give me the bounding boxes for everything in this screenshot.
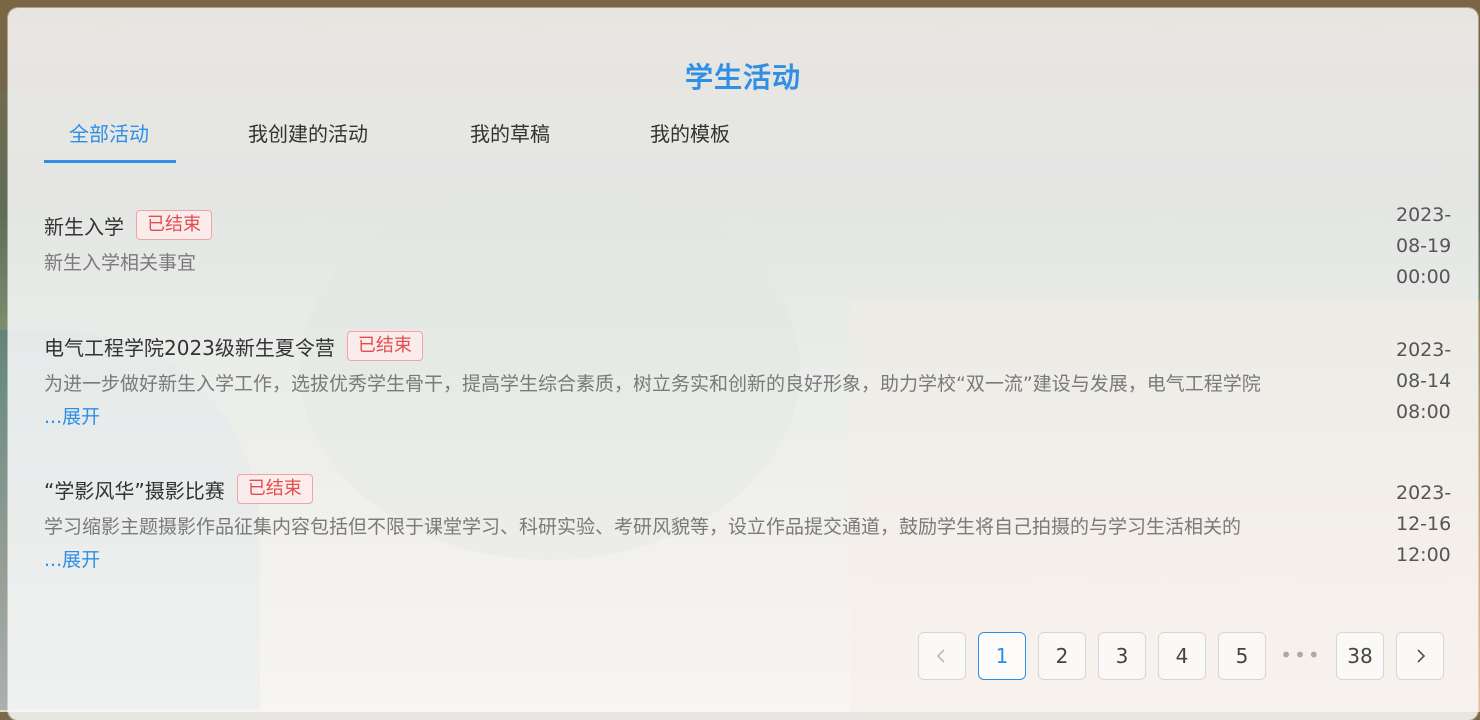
date-time: 00:00 <box>1396 266 1451 288</box>
activity-date: 2023- 08-14 08:00 <box>1396 335 1456 428</box>
activity-title[interactable]: “学影风华”摄影比赛 <box>44 475 225 504</box>
date-time: 12:00 <box>1396 544 1451 566</box>
last-page-button[interactable]: 38 <box>1336 632 1384 680</box>
pagination: 1 2 3 4 5 ••• 38 <box>918 632 1444 680</box>
expand-link[interactable]: ...展开 <box>44 545 100 572</box>
tab-my-templates[interactable]: 我的模板 <box>650 118 730 147</box>
status-badge: 已结束 <box>236 474 313 504</box>
active-tab-indicator <box>44 160 176 163</box>
page-button[interactable]: 4 <box>1158 632 1206 680</box>
date-month-day: 12-16 <box>1396 513 1452 535</box>
activity-item[interactable]: “学影风华”摄影比赛 已结束 学习缩影主题摄影作品征集内容包括但不限于课堂学习、… <box>44 472 1451 572</box>
next-page-button[interactable] <box>1396 632 1444 680</box>
page-button[interactable]: 5 <box>1218 632 1266 680</box>
activity-description: 学习缩影主题摄影作品征集内容包括但不限于课堂学习、科研实验、考研风貌等，设立作品… <box>44 516 1242 538</box>
tab-my-drafts[interactable]: 我的草稿 <box>470 118 550 147</box>
activity-title[interactable]: 电气工程学院2023级新生夏令营 <box>44 332 335 361</box>
page-button[interactable]: 3 <box>1098 632 1146 680</box>
chevron-left-icon <box>936 649 945 663</box>
date-month-day: 08-14 <box>1396 370 1452 392</box>
activity-description: 新生入学相关事宜 <box>44 252 197 274</box>
activity-panel: 学生活动 全部活动 我创建的活动 我的草稿 我的模板 新生入学 已结束 新生入学… <box>8 8 1478 720</box>
date-year: 2023- <box>1396 339 1452 361</box>
date-month-day: 08-19 <box>1396 235 1452 257</box>
prev-page-button[interactable] <box>918 632 966 680</box>
activity-description: 为进一步做好新生入学工作，选拔优秀学生骨干，提高学生综合素质，树立务实和创新的良… <box>44 373 1261 395</box>
tab-bar: 全部活动 我创建的活动 我的草稿 我的模板 <box>44 104 1442 163</box>
tab-all-activities[interactable]: 全部活动 <box>69 118 149 147</box>
date-year: 2023- <box>1396 482 1452 504</box>
expand-link[interactable]: ...展开 <box>44 402 100 429</box>
activity-date: 2023- 12-16 12:00 <box>1396 478 1456 571</box>
tab-my-created-activities[interactable]: 我创建的活动 <box>248 118 368 147</box>
date-time: 08:00 <box>1396 401 1451 423</box>
page-button[interactable]: 2 <box>1038 632 1086 680</box>
activity-date: 2023- 08-19 00:00 <box>1396 200 1456 293</box>
page-title: 学生活动 <box>684 61 801 94</box>
activity-item[interactable]: 电气工程学院2023级新生夏令营 已结束 为进一步做好新生入学工作，选拔优秀学生… <box>44 329 1451 429</box>
activity-item[interactable]: 新生入学 已结束 新生入学相关事宜 2023- 08-19 00:00 <box>44 204 1451 288</box>
status-badge: 已结束 <box>136 210 212 240</box>
page-button[interactable]: 1 <box>978 632 1026 680</box>
status-badge: 已结束 <box>346 331 423 361</box>
date-year: 2023- <box>1396 204 1452 226</box>
chevron-right-icon <box>1417 649 1426 663</box>
activity-title[interactable]: 新生入学 <box>44 211 124 240</box>
pagination-ellipsis[interactable]: ••• <box>1278 632 1324 678</box>
